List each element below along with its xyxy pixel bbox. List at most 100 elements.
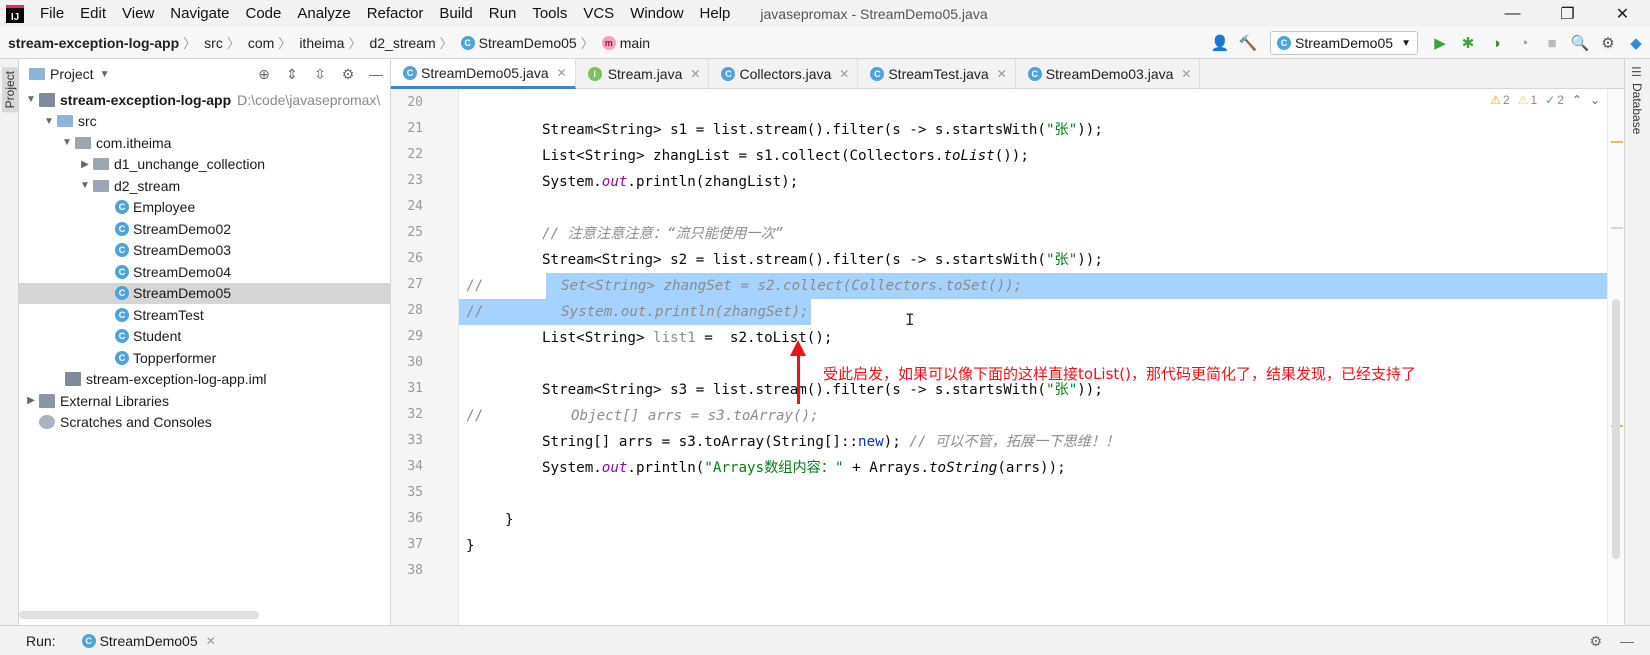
database-icon: ☰ (1631, 65, 1642, 79)
tree-item-file[interactable]: C StreamDemo02 (19, 218, 390, 240)
package-icon (75, 136, 91, 149)
expand-all-icon[interactable]: ⇕ (278, 66, 306, 83)
close-icon[interactable]: ✕ (1595, 0, 1650, 27)
menu-vcs[interactable]: VCS (575, 0, 622, 27)
chevron-down-icon: ▼ (1401, 37, 1411, 49)
breadcrumb-separator-icon: 〉 (348, 36, 362, 51)
breadcrumb-d2-stream[interactable]: d2_stream (361, 35, 439, 51)
locate-icon[interactable]: ⊕ (250, 66, 278, 83)
menu-code[interactable]: Code (237, 0, 289, 27)
tree-item-file[interactable]: C StreamDemo04 (19, 261, 390, 283)
tree-item-external-libraries[interactable]: ▶ External Libraries (19, 390, 390, 412)
menu-window[interactable]: Window (622, 0, 691, 27)
project-panel-title[interactable]: Project (50, 66, 94, 82)
stop-icon[interactable]: ■ (1538, 29, 1566, 57)
code-text: ()); (994, 148, 1029, 164)
chevron-up-icon[interactable]: ⌃ (1572, 93, 1582, 107)
line-number: 30 (407, 355, 423, 370)
class-icon: C (1277, 36, 1291, 50)
line-number: 24 (407, 199, 423, 214)
tree-item-file-selected[interactable]: C StreamDemo05 (19, 282, 390, 304)
gear-icon[interactable]: ⚙ (334, 66, 362, 83)
tab-streamtest[interactable]: C StreamTest.java ✕ (858, 59, 1016, 89)
run-tab-streamdemo05[interactable]: C StreamDemo05 ✕ (81, 633, 216, 649)
user-icon[interactable]: 👤 (1206, 29, 1234, 57)
project-tool-window-button[interactable]: Project (2, 67, 18, 113)
tree-item-project-root[interactable]: ▼ stream-exception-log-app D:\code\javas… (19, 89, 390, 111)
vertical-scrollbar[interactable] (1612, 299, 1620, 559)
code-editor[interactable]: Stream<String> s1 = list.stream().filter… (459, 89, 1607, 625)
breadcrumb-class[interactable]: C StreamDemo05 (453, 35, 581, 51)
chevron-down-icon[interactable]: ▼ (100, 69, 110, 80)
gear-icon[interactable]: ⚙ (1589, 633, 1602, 650)
menu-analyze[interactable]: Analyze (289, 0, 358, 27)
close-icon[interactable]: ✕ (1181, 67, 1191, 81)
breadcrumb-com[interactable]: com (240, 35, 278, 51)
class-icon: C (115, 243, 129, 258)
debug-icon[interactable]: ✱ (1454, 29, 1482, 57)
settings-gear-icon[interactable]: ⚙ (1594, 29, 1622, 57)
tab-streamdemo05[interactable]: C StreamDemo05.java ✕ (391, 59, 576, 89)
close-icon[interactable]: ✕ (839, 67, 849, 81)
tree-item-file[interactable]: C StreamTest (19, 304, 390, 326)
menu-tools[interactable]: Tools (524, 0, 575, 27)
database-tool-window-button[interactable]: Database (1630, 83, 1644, 134)
line-number: 20 (407, 95, 423, 110)
hide-icon[interactable]: — (1620, 633, 1634, 649)
menu-edit[interactable]: Edit (72, 0, 114, 27)
menu-refactor[interactable]: Refactor (359, 0, 432, 27)
tree-item-iml[interactable]: stream-exception-log-app.iml (19, 369, 390, 391)
menu-file[interactable]: File (32, 0, 72, 27)
breadcrumb-itheima[interactable]: itheima (291, 35, 348, 51)
menu-view[interactable]: View (114, 0, 162, 27)
breadcrumb-project[interactable]: stream-exception-log-app (0, 35, 183, 51)
tree-item-d1-unchange-collection[interactable]: ▶ d1_unchange_collection (19, 154, 390, 176)
close-icon[interactable]: ✕ (206, 634, 216, 648)
run-icon[interactable]: ▶ (1426, 29, 1454, 57)
coverage-icon[interactable]: ◑ (1482, 29, 1510, 57)
menu-navigate[interactable]: Navigate (162, 0, 237, 27)
collapse-all-icon[interactable]: ⇳ (306, 66, 334, 83)
code-text: + Arrays. (843, 460, 929, 476)
tab-collectors[interactable]: C Collectors.java ✕ (709, 59, 859, 89)
horizontal-scrollbar[interactable] (19, 611, 259, 619)
inspection-widget[interactable]: ⚠ 2 ⚠ 1 ✓ 2 ⌃ ⌄ (1482, 93, 1600, 107)
restore-icon[interactable]: ❐ (1540, 0, 1595, 27)
chevron-down-icon[interactable]: ⌄ (1590, 93, 1600, 107)
tree-item-src[interactable]: ▼ src (19, 111, 390, 133)
code-line-27-selected: // Set<String> zhangSet = s2.collect(Coll… (459, 273, 1607, 299)
tree-item-file[interactable]: C StreamDemo03 (19, 240, 390, 262)
tree-item-label: Scratches and Consoles (60, 414, 212, 431)
profile-icon[interactable]: ◔ (1510, 29, 1538, 57)
close-icon[interactable]: ✕ (997, 67, 1007, 81)
menu-help[interactable]: Help (692, 0, 739, 27)
menu-build[interactable]: Build (431, 0, 480, 27)
tab-stream[interactable]: I Stream.java ✕ (576, 59, 710, 89)
class-icon: C (115, 286, 129, 301)
tree-item-file[interactable]: C Employee (19, 197, 390, 219)
stripe-marker[interactable] (1611, 141, 1623, 143)
error-stripe[interactable] (1607, 89, 1624, 625)
tree-item-file[interactable]: C Student (19, 326, 390, 348)
breadcrumb-method[interactable]: m main (594, 35, 654, 51)
menu-run[interactable]: Run (481, 0, 525, 27)
tree-item-label: Topperformer (133, 349, 217, 366)
tree-item-label: d1_unchange_collection (114, 156, 266, 173)
run-configuration-select[interactable]: C StreamDemo05 ▼ (1270, 31, 1418, 55)
tree-item-file[interactable]: C Topperformer (19, 347, 390, 369)
tree-item-package[interactable]: ▼ com.itheima (19, 132, 390, 154)
stripe-marker[interactable] (1611, 227, 1623, 229)
search-icon[interactable]: 🔍 (1566, 29, 1594, 57)
build-hammer-icon[interactable]: 🔨 (1234, 29, 1262, 57)
tab-streamdemo03[interactable]: C StreamDemo03.java ✕ (1016, 59, 1201, 89)
close-icon[interactable]: ✕ (690, 67, 700, 81)
close-icon[interactable]: ✕ (557, 66, 567, 80)
hide-icon[interactable]: — (362, 66, 390, 83)
minimize-icon[interactable]: — (1485, 0, 1540, 27)
tree-item-d2-stream[interactable]: ▼ d2_stream (19, 175, 390, 197)
plugin-logo-icon[interactable]: ◆ (1622, 29, 1650, 57)
editor-gutter[interactable]: 20 21 22 23 24 25 26 27 28 29 30 31 32 3… (391, 89, 459, 625)
breadcrumb-src[interactable]: src (196, 35, 227, 51)
tree-item-scratches[interactable]: Scratches and Consoles (19, 412, 390, 434)
line-number: 33 (407, 433, 423, 448)
